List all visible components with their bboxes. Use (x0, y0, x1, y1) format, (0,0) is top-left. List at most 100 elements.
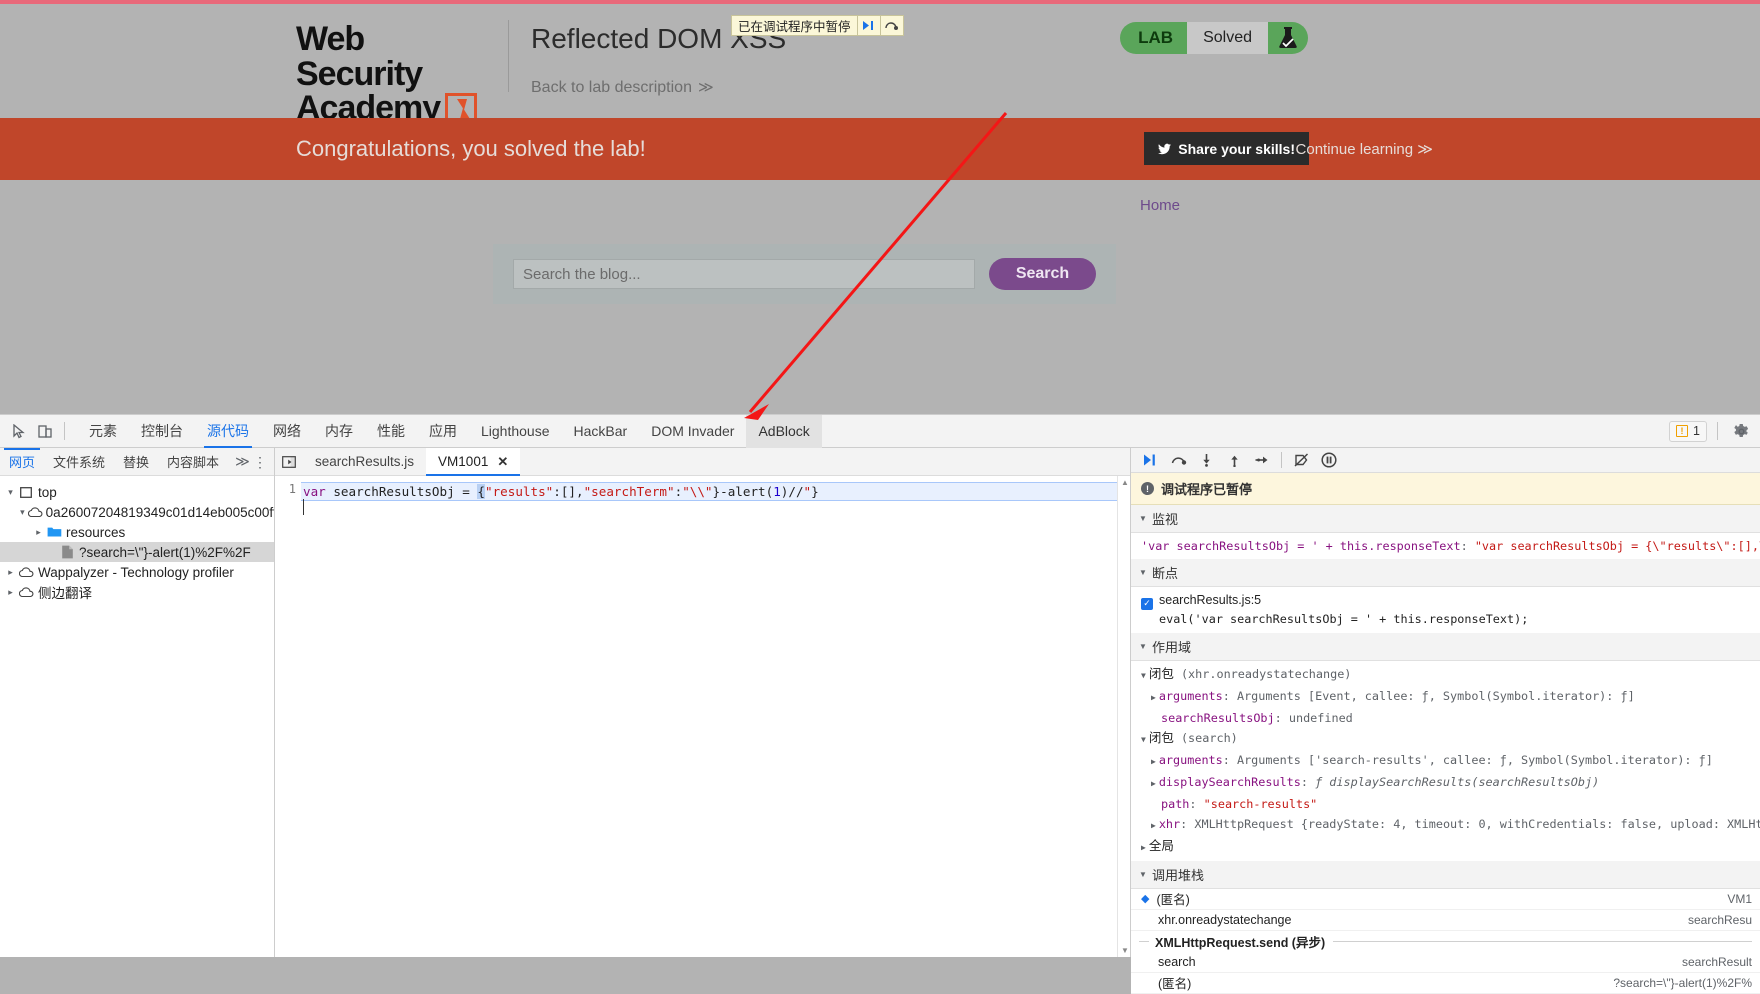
nav-tab-page[interactable]: 网页 (0, 447, 44, 476)
scope-section-header[interactable]: ▼ 作用域 (1131, 632, 1760, 661)
tree-item-label: top (38, 484, 57, 500)
tab-lighthouse[interactable]: Lighthouse (469, 415, 562, 448)
web-security-academy-logo[interactable]: Web Security Academy (296, 14, 492, 130)
tree-item-resources[interactable]: ▸ resources (0, 522, 274, 542)
property-value: ƒ displaySearchResults(searchResultsObj) (1315, 774, 1600, 789)
tree-item-wappalyzer[interactable]: ▸ Wappalyzer - Technology profiler (0, 562, 274, 582)
lab-status-text: Solved (1187, 22, 1268, 54)
step-button[interactable] (1249, 448, 1275, 472)
watch-section-header[interactable]: ▼ 监视 (1131, 505, 1760, 533)
scroll-up-icon[interactable]: ▲ (1121, 478, 1129, 487)
settings-gear-icon[interactable] (1728, 418, 1754, 444)
tab-application[interactable]: 应用 (417, 415, 469, 448)
tab-dom-invader[interactable]: DOM Invader (639, 415, 746, 448)
scope-property-row[interactable]: path: "search-results" (1131, 794, 1760, 814)
scope-property-row[interactable]: ▶ arguments: Arguments ['search-results',… (1131, 750, 1760, 772)
chevron-right-icon[interactable]: ▶ (1141, 843, 1146, 852)
watch-section-body: 'var searchResultsObj = ' + this.respons… (1131, 533, 1760, 559)
chevron-right-icon[interactable]: ▶ (1151, 821, 1156, 830)
breakpoint-item[interactable]: ✓ searchResults.js:5 (1131, 590, 1760, 611)
current-frame-icon: ◆ (1141, 893, 1150, 905)
scope-property-row[interactable]: searchResultsObj: undefined (1131, 708, 1760, 728)
nav-tab-overrides[interactable]: 替换 (114, 448, 158, 476)
tab-console[interactable]: 控制台 (129, 415, 195, 448)
watch-expression-row[interactable]: 'var searchResultsObj = ' + this.respons… (1131, 536, 1760, 556)
continue-learning-link[interactable]: Continue learning ≫ (1296, 140, 1433, 158)
chevron-right-icon[interactable]: ▶ (1151, 757, 1156, 766)
twisty-icon[interactable]: ▸ (32, 527, 45, 538)
tab-adblock[interactable]: AdBlock (746, 414, 822, 448)
code-content[interactable]: var searchResultsObj = {"results":[],"se… (301, 476, 1130, 957)
callstack-async-separator: XMLHttpRequest.send (异步) (1131, 930, 1760, 952)
nav-tab-content-scripts[interactable]: 内容脚本 (158, 448, 228, 476)
code-line-1[interactable]: var searchResultsObj = {"results":[],"se… (301, 482, 1130, 501)
close-tab-icon[interactable]: ✕ (497, 454, 508, 470)
twisty-icon[interactable]: ▸ (4, 587, 17, 598)
step-into-button[interactable] (1193, 448, 1219, 472)
home-link[interactable]: Home (1140, 197, 1180, 214)
back-to-lab-description-link[interactable]: Back to lab description ≫ (531, 78, 786, 97)
navigator-menu-icon[interactable]: ⋮ (253, 455, 267, 469)
chevron-right-icon[interactable]: ▶ (1151, 779, 1156, 788)
search-button[interactable]: Search (989, 258, 1096, 290)
callstack-frame[interactable]: ◆ (匿名) VM1 (1131, 888, 1760, 910)
twisty-icon[interactable]: ▾ (17, 507, 28, 518)
editor-tab-searchresults-js[interactable]: searchResults.js (303, 448, 426, 476)
breakpoint-checkbox[interactable]: ✓ (1141, 597, 1153, 610)
share-your-skills-button[interactable]: Share your skills! (1144, 132, 1309, 165)
nav-tab-filesystem[interactable]: 文件系统 (44, 448, 114, 476)
callstack-frame[interactable]: xhr.onreadystatechange searchResu (1131, 909, 1760, 931)
tab-network[interactable]: 网络 (261, 415, 313, 448)
tab-hackbar[interactable]: HackBar (562, 415, 640, 448)
step-over-icon[interactable] (879, 16, 903, 35)
scroll-down-icon[interactable]: ▼ (1121, 946, 1129, 955)
twisty-icon[interactable]: ▾ (4, 487, 17, 498)
lab-content: Home Search the blog... Search (0, 180, 1760, 400)
breakpoints-section-header[interactable]: ▼ 断点 (1131, 559, 1760, 587)
search-input[interactable]: Search the blog... (513, 259, 975, 289)
step-out-button[interactable] (1221, 448, 1247, 472)
tree-item-label: resources (66, 524, 126, 540)
collapse-sidebar-icon[interactable] (275, 455, 303, 469)
callstack-frame[interactable]: search searchResult (1131, 951, 1760, 973)
scope-closure-1-header[interactable]: ▼ 闭包 (xhr.onreadystatechange) (1131, 664, 1760, 686)
scope-property-row[interactable]: ▶ displaySearchResults: ƒ displaySearchRe… (1131, 772, 1760, 794)
scope-closure-2-header[interactable]: ▼ 闭包 (search) (1131, 728, 1760, 750)
tree-item-translate-extension[interactable]: ▸ 侧边翻译 (0, 582, 274, 602)
step-over-button[interactable] (1165, 448, 1191, 472)
editor-tab-vm1001[interactable]: VM1001 ✕ (426, 447, 521, 476)
tab-memory[interactable]: 内存 (313, 415, 365, 448)
code-editor[interactable]: 1 var searchResultsObj = {"results":[],"… (275, 476, 1130, 957)
scope-property-row[interactable]: ▶ arguments: Arguments [Event, callee: ƒ,… (1131, 686, 1760, 708)
warning-count: 1 (1693, 424, 1700, 438)
folder-icon (45, 526, 63, 538)
callstack-section-header[interactable]: ▼ 调用堆栈 (1131, 860, 1760, 889)
frame-location: ?search=\"}-alert(1)%2F% (1613, 975, 1752, 990)
resume-script-icon[interactable] (856, 16, 880, 35)
resume-button[interactable] (1137, 448, 1163, 472)
closure-label: 闭包 (1148, 730, 1174, 745)
tab-performance[interactable]: 性能 (365, 415, 417, 448)
editor-scrollbar[interactable]: ▲ ▼ (1117, 476, 1130, 957)
tree-item-top[interactable]: ▾ top (0, 482, 274, 502)
property-value: undefined (1288, 710, 1353, 725)
tab-elements[interactable]: 元素 (77, 415, 129, 448)
chevron-right-icon[interactable]: ▶ (1151, 693, 1156, 702)
deactivate-breakpoints-button[interactable] (1288, 448, 1314, 472)
warning-counter[interactable]: ! 1 (1669, 420, 1707, 442)
global-label: 全局 (1148, 838, 1174, 853)
inspect-element-icon[interactable] (6, 418, 32, 444)
property-value: Arguments [Event, callee: ƒ, Symbol(Symb… (1236, 688, 1635, 703)
breakpoint-source-line: eval('var searchResultsObj = ' + this.re… (1159, 611, 1529, 626)
tree-item-selected-document[interactable]: ?search=\"}-alert(1)%2F%2F (0, 542, 274, 562)
callstack-frame[interactable]: (匿名) ?search=\"}-alert(1)%2F% (1131, 972, 1760, 994)
tree-item-origin[interactable]: ▾ 0a26007204819349c01d14eb005c00ff.web-s… (0, 502, 274, 522)
device-toolbar-icon[interactable] (32, 418, 58, 444)
tab-sources[interactable]: 源代码 (195, 415, 261, 448)
twisty-icon[interactable]: ▸ (4, 567, 17, 578)
scope-global-row[interactable]: ▶ 全局 (1131, 836, 1760, 858)
pause-on-exceptions-button[interactable] (1316, 448, 1342, 472)
chevron-down-icon: ▼ (1139, 568, 1147, 577)
property-name: path (1161, 796, 1190, 811)
scope-property-row[interactable]: ▶ xhr: XMLHttpRequest {readyState: 4, tim… (1131, 814, 1760, 836)
